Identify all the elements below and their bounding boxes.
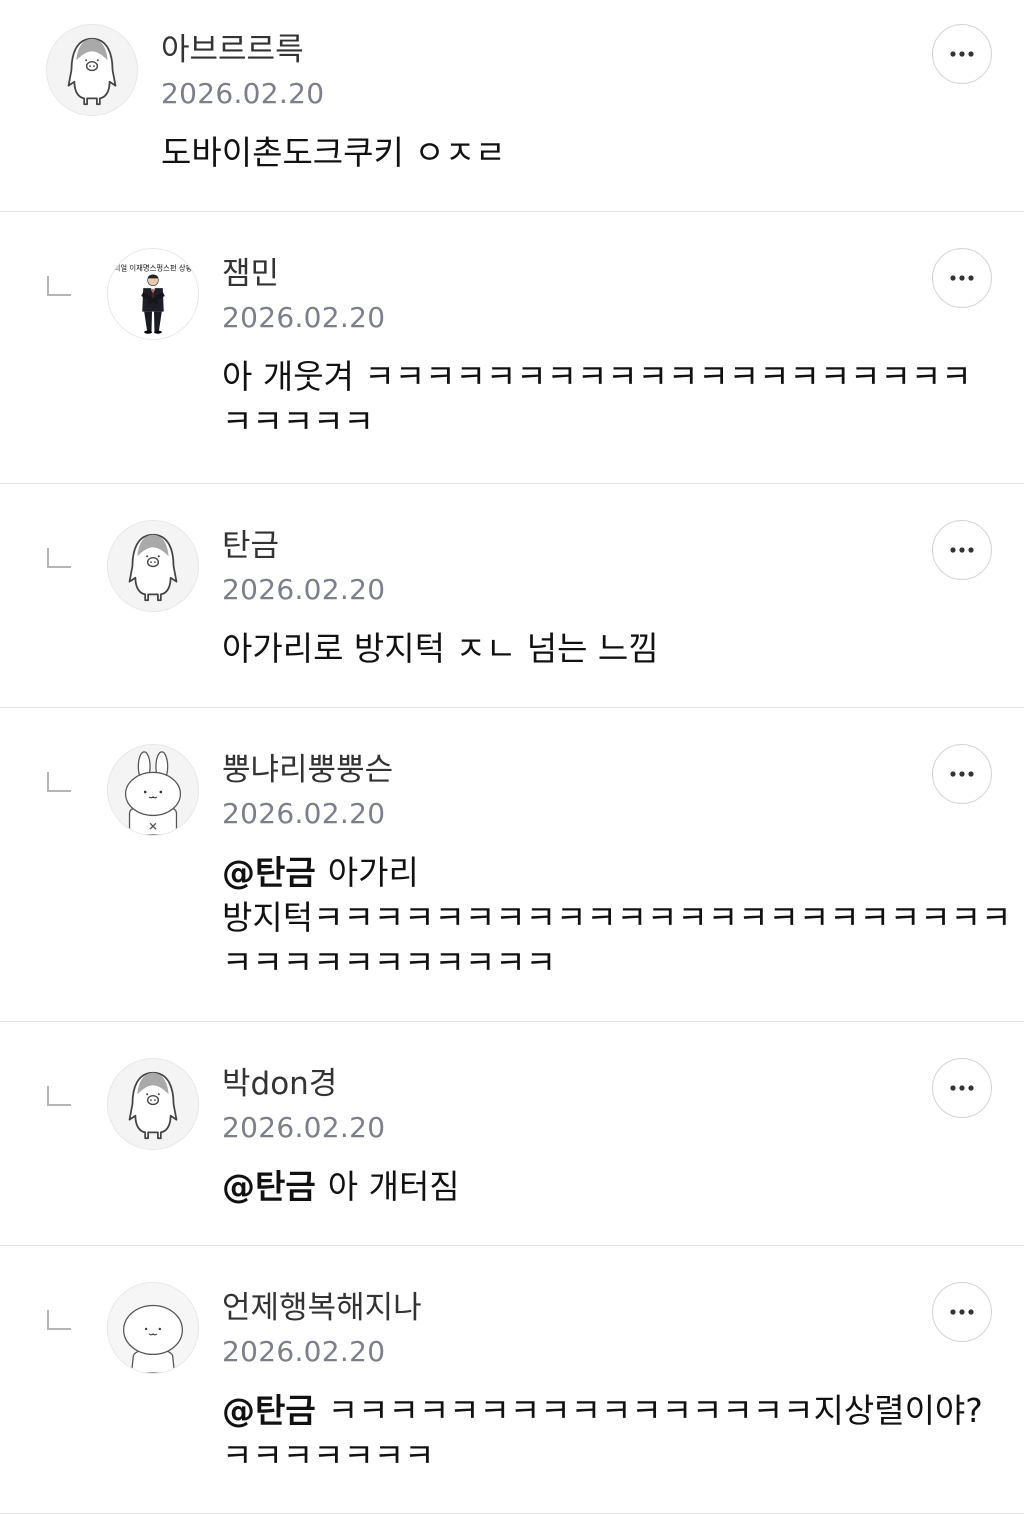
avatar[interactable]: [107, 1058, 199, 1150]
ellipsis-icon: [950, 1309, 974, 1315]
comment-text-line: ㅋㅋㅋㅋㅋㅋㅋㅋㅋㅋㅋ: [222, 943, 556, 982]
reply-comment: 언제행복해지나 2026.02.20 @탄금 ㅋㅋㅋㅋㅋㅋㅋㅋㅋㅋㅋㅋㅋㅋㅋㅋ지상…: [0, 1246, 1024, 1514]
ellipsis-icon: [950, 51, 974, 57]
mention-tag[interactable]: @탄금: [222, 1167, 316, 1206]
reply-indicator-icon: [47, 772, 71, 792]
comment-text-line: 방지턱ㅋㅋㅋㅋㅋㅋㅋㅋㅋㅋㅋㅋㅋㅋㅋㅋㅋㅋㅋㅋㅋㅋㅋ: [222, 898, 1012, 937]
comment-text: @탄금 아 개터짐: [222, 1164, 460, 1209]
comment-date: 2026.02.20: [222, 1111, 386, 1144]
comment-text-line: ㅋㅋㅋㅋㅋ: [222, 402, 374, 441]
reply-comment: 박don경 2026.02.20 @탄금 아 개터짐: [0, 1022, 1024, 1246]
blob-character-icon: [108, 1283, 198, 1373]
comment-text-line: 아가리로 방지턱 ㅈㄴ 넘는 느낌: [222, 629, 659, 668]
penguin-icon: [47, 25, 137, 115]
avatar[interactable]: 리얼 이재명스펑스펀 상황: [107, 248, 199, 340]
comment-nickname[interactable]: 박don경: [222, 1066, 337, 1102]
ellipsis-icon: [950, 1085, 974, 1091]
ellipsis-icon: [950, 547, 974, 553]
more-options-button[interactable]: [932, 744, 992, 804]
reply-indicator-icon: [47, 548, 71, 568]
avatar[interactable]: [46, 24, 138, 116]
ellipsis-icon: [950, 771, 974, 777]
comment-date: 2026.02.20: [222, 1335, 386, 1368]
comment-nickname[interactable]: 뿡냐리뿡뿡슨: [222, 752, 393, 788]
comment-text: 아 개웃겨 ㅋㅋㅋㅋㅋㅋㅋㅋㅋㅋㅋㅋㅋㅋㅋㅋㅋㅋㅋㅋ ㅋㅋㅋㅋㅋ: [222, 354, 972, 444]
comment-nickname[interactable]: 탄금: [222, 528, 279, 564]
more-options-button[interactable]: [932, 248, 992, 308]
reply-indicator-icon: [47, 276, 71, 296]
more-options-button[interactable]: [932, 520, 992, 580]
comment: 아브르르륵 2026.02.20 도바이촌도크쿠키 ㅇㅈㄹ: [0, 0, 1024, 212]
comment-nickname[interactable]: 잼민: [222, 256, 279, 292]
reply-comment: 탄금 2026.02.20 아가리로 방지턱 ㅈㄴ 넘는 느낌: [0, 484, 1024, 708]
comment-text-segment: 아가리: [327, 853, 419, 892]
more-options-button[interactable]: [932, 1058, 992, 1118]
comment-text: @탄금 아가리 방지턱ㅋㅋㅋㅋㅋㅋㅋㅋㅋㅋㅋㅋㅋㅋㅋㅋㅋㅋㅋㅋㅋㅋㅋ ㅋㅋㅋㅋㅋㅋ…: [222, 850, 1011, 985]
comment-text-segment: ㅋㅋㅋㅋㅋㅋㅋㅋㅋㅋㅋㅋㅋㅋㅋㅋ지상렬이야?: [327, 1391, 983, 1430]
comment-text-line: ㅋㅋㅋㅋㅋㅋㅋ: [222, 1436, 435, 1475]
comment-text-line: 아 개웃겨 ㅋㅋㅋㅋㅋㅋㅋㅋㅋㅋㅋㅋㅋㅋㅋㅋㅋㅋㅋㅋ: [222, 357, 972, 396]
avatar[interactable]: [107, 1282, 199, 1374]
comment-date: 2026.02.20: [222, 797, 386, 830]
comment-text: 아가리로 방지턱 ㅈㄴ 넘는 느낌: [222, 626, 659, 671]
comment-nickname[interactable]: 언제행복해지나: [222, 1290, 422, 1326]
comment-date: 2026.02.20: [222, 301, 386, 334]
comment-date: 2026.02.20: [161, 77, 325, 110]
reply-indicator-icon: [47, 1086, 71, 1106]
comment-text-line: @탄금 아 개터짐: [222, 1164, 460, 1209]
penguin-icon: [108, 521, 198, 611]
man-in-suit-icon: 리얼 이재명스펑스펀 상황: [108, 249, 198, 339]
rabbit-icon: [108, 745, 198, 835]
comment-date: 2026.02.20: [222, 573, 386, 606]
more-options-button[interactable]: [932, 1282, 992, 1342]
mention-tag[interactable]: @탄금: [222, 853, 316, 892]
reply-indicator-icon: [47, 1310, 71, 1330]
comment-nickname[interactable]: 아브르르륵: [161, 32, 304, 68]
svg-text:리얼 이재명스펑스펀 상황: 리얼 이재명스펑스펀 상황: [114, 264, 193, 273]
comment-text-line: @탄금 ㅋㅋㅋㅋㅋㅋㅋㅋㅋㅋㅋㅋㅋㅋㅋㅋ지상렬이야?: [222, 1388, 983, 1433]
avatar[interactable]: [107, 520, 199, 612]
mention-tag[interactable]: @탄금: [222, 1391, 316, 1430]
comment-text-segment: 아 개터짐: [327, 1167, 460, 1206]
avatar[interactable]: [107, 744, 199, 836]
comment-text-line: 도바이촌도크쿠키 ㅇㅈㄹ: [161, 133, 506, 172]
reply-comment: 뿡냐리뿡뿡슨 2026.02.20 @탄금 아가리 방지턱ㅋㅋㅋㅋㅋㅋㅋㅋㅋㅋㅋㅋ…: [0, 708, 1024, 1022]
reply-comment: 리얼 이재명스펑스펀 상황 잼민 2026.02.20 아 개웃겨 ㅋㅋㅋㅋㅋㅋ…: [0, 212, 1024, 484]
ellipsis-icon: [950, 275, 974, 281]
comment-text: 도바이촌도크쿠키 ㅇㅈㄹ: [161, 130, 505, 175]
penguin-icon: [108, 1059, 198, 1149]
comment-text-line: @탄금 아가리: [222, 850, 1011, 895]
comment-text: @탄금 ㅋㅋㅋㅋㅋㅋㅋㅋㅋㅋㅋㅋㅋㅋㅋㅋ지상렬이야? ㅋㅋㅋㅋㅋㅋㅋ: [222, 1388, 983, 1478]
more-options-button[interactable]: [932, 24, 992, 84]
comment-list: 아브르르륵 2026.02.20 도바이촌도크쿠키 ㅇㅈㄹ 리얼 이재명스펑스펀…: [0, 0, 1024, 1514]
